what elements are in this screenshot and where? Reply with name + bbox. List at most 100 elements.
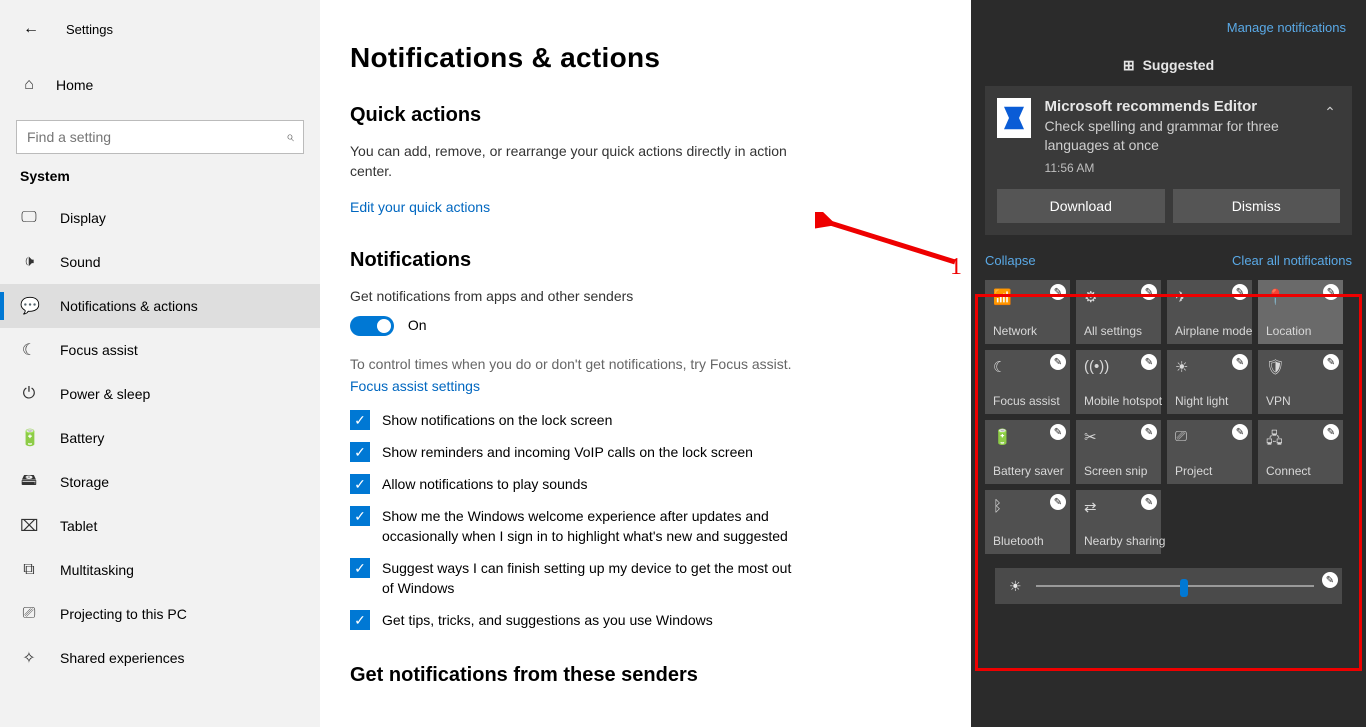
action-center: Manage notifications ⊞Suggested Microsof… — [971, 0, 1366, 727]
sidebar-item-label: Tablet — [60, 518, 97, 534]
tile-nearby-sharing[interactable]: ⇄Nearby sharing✎ — [1076, 490, 1161, 554]
back-button[interactable]: ← — [20, 18, 42, 40]
tile-mobile-hotspot[interactable]: ((•))Mobile hotspot✎ — [1076, 350, 1161, 414]
slider-track — [1036, 585, 1314, 587]
tile-icon: 📍 — [1266, 288, 1285, 306]
arrow-left-icon: ← — [23, 20, 39, 38]
check-tips[interactable]: ✓Get tips, tricks, and suggestions as yo… — [350, 610, 805, 630]
tile-night-light[interactable]: ☀Night light✎ — [1167, 350, 1252, 414]
pin-icon[interactable]: ✎ — [1141, 284, 1157, 300]
sidebar-item-sound[interactable]: 🕩Sound — [0, 240, 320, 284]
pin-icon[interactable]: ✎ — [1232, 424, 1248, 440]
pin-icon[interactable]: ✎ — [1323, 424, 1339, 440]
check-lock-screen[interactable]: ✓Show notifications on the lock screen — [350, 410, 805, 430]
tile-screen-snip[interactable]: ✂Screen snip✎ — [1076, 420, 1161, 484]
sidebar-item-label: Battery — [60, 430, 104, 446]
tile-label: All settings — [1084, 324, 1142, 338]
checkmark-icon: ✓ — [350, 506, 370, 526]
sidebar-item-storage[interactable]: 🖴Storage — [0, 460, 320, 504]
tile-airplane-mode[interactable]: ✈ Airplane mode ✎ — [1167, 280, 1252, 344]
manage-notifications-link[interactable]: Manage notifications — [985, 10, 1352, 57]
pin-icon[interactable]: ✎ — [1050, 354, 1066, 370]
tile-all-settings[interactable]: ⚙All settings✎ — [1076, 280, 1161, 344]
sidebar-item-battery[interactable]: 🔋Battery — [0, 416, 320, 460]
tile-label: Night light — [1175, 394, 1228, 408]
sidebar-item-notifications[interactable]: 💬Notifications & actions — [0, 284, 320, 328]
sidebar-item-label: Projecting to this PC — [60, 606, 187, 622]
brightness-slider[interactable]: ☀ ✎ — [995, 568, 1342, 604]
page-title: Notifications & actions — [350, 42, 921, 74]
tile-icon: 🖧 — [1266, 428, 1283, 453]
checkmark-icon: ✓ — [350, 474, 370, 494]
pin-icon[interactable]: ✎ — [1232, 284, 1248, 300]
tile-icon: ((•)) — [1084, 358, 1109, 375]
notifications-toggle[interactable] — [350, 316, 394, 336]
tile-battery-saver[interactable]: 🔋Battery saver✎ — [985, 420, 1070, 484]
tile-label: Battery saver — [993, 464, 1064, 478]
tile-icon: 🛡 — [1266, 358, 1285, 376]
check-voip-reminders[interactable]: ✓Show reminders and incoming VoIP calls … — [350, 442, 805, 462]
pin-icon[interactable]: ✎ — [1323, 354, 1339, 370]
focus-assist-link[interactable]: Focus assist settings — [350, 378, 850, 394]
shared-icon: ✧ — [20, 648, 38, 668]
check-label: Allow notifications to play sounds — [382, 474, 587, 494]
sidebar-item-label: Focus assist — [60, 342, 138, 358]
pin-icon[interactable]: ✎ — [1050, 284, 1066, 300]
senders-heading: Get notifications from these senders — [350, 664, 921, 687]
pin-icon[interactable]: ✎ — [1050, 494, 1066, 510]
tile-label: Connect — [1266, 464, 1311, 478]
slider-thumb[interactable] — [1180, 579, 1188, 597]
card-collapse-button[interactable]: ⌃ — [1318, 100, 1342, 124]
pin-icon[interactable]: ✎ — [1141, 354, 1157, 370]
sidebar-item-focus-assist[interactable]: ☾Focus assist — [0, 328, 320, 372]
tile-connect[interactable]: 🖧 Connect ✎ — [1258, 420, 1343, 484]
find-setting: ⌕ — [16, 120, 304, 154]
collapse-link[interactable]: Collapse — [985, 253, 1036, 268]
pin-icon[interactable]: ✎ — [1322, 572, 1338, 588]
download-button[interactable]: Download — [997, 189, 1165, 223]
notification-card[interactable]: Microsoft recommends Editor Check spelli… — [985, 86, 1352, 235]
check-setup[interactable]: ✓Suggest ways I can finish setting up my… — [350, 558, 805, 598]
home-label: Home — [56, 77, 93, 93]
sidebar-item-label: Notifications & actions — [60, 298, 198, 314]
search-input[interactable] — [16, 120, 304, 154]
tile-location[interactable]: 📍Location✎ — [1258, 280, 1343, 344]
pin-icon[interactable]: ✎ — [1050, 424, 1066, 440]
sidebar-item-label: Multitasking — [60, 562, 134, 578]
tile-bluetooth[interactable]: ᛒBluetooth✎ — [985, 490, 1070, 554]
check-label: Show reminders and incoming VoIP calls o… — [382, 442, 753, 462]
tile-network[interactable]: 📶Network✎ — [985, 280, 1070, 344]
check-welcome[interactable]: ✓Show me the Windows welcome experience … — [350, 506, 805, 546]
sidebar-item-power[interactable]: ⏻Power & sleep — [0, 372, 320, 416]
chevron-up-icon: ⌃ — [1324, 104, 1336, 121]
pin-icon[interactable]: ✎ — [1141, 424, 1157, 440]
home-button[interactable]: ⌂ Home — [0, 62, 320, 108]
sidebar-item-multitasking[interactable]: ⧉Multitasking — [0, 548, 320, 592]
dismiss-button[interactable]: Dismiss — [1173, 189, 1341, 223]
search-icon: ⌕ — [286, 128, 294, 145]
tile-icon: ✈ — [1175, 288, 1188, 306]
main-content: Notifications & actions Quick actions Yo… — [320, 0, 971, 727]
tile-label: Airplane mode — [1175, 324, 1252, 338]
sidebar-item-tablet[interactable]: ⌧Tablet — [0, 504, 320, 548]
nav-group-label: System — [0, 168, 320, 184]
tile-project[interactable]: ⎚Project✎ — [1167, 420, 1252, 484]
pin-icon[interactable]: ✎ — [1232, 354, 1248, 370]
focus-hint: To control times when you do or don't ge… — [350, 356, 850, 372]
pin-icon[interactable]: ✎ — [1323, 284, 1339, 300]
edit-quick-actions-link[interactable]: Edit your quick actions — [350, 199, 850, 215]
tile-icon: 📶 — [993, 288, 1012, 306]
sidebar-item-label: Power & sleep — [60, 386, 150, 402]
sidebar-item-shared[interactable]: ✧Shared experiences — [0, 636, 320, 680]
quick-actions-heading: Quick actions — [350, 104, 850, 127]
checkmark-icon: ✓ — [350, 558, 370, 578]
window-title: Settings — [66, 22, 113, 37]
sidebar-item-projecting[interactable]: ⎚Projecting to this PC — [0, 592, 320, 636]
sidebar-item-display[interactable]: 🖵Display — [0, 196, 320, 240]
clear-all-link[interactable]: Clear all notifications — [1232, 253, 1352, 268]
check-sounds[interactable]: ✓ Allow notifications to play sounds — [350, 474, 805, 494]
pin-icon[interactable]: ✎ — [1141, 494, 1157, 510]
tile-focus-assist[interactable]: ☾Focus assist✎ — [985, 350, 1070, 414]
sidebar-item-label: Sound — [60, 254, 100, 270]
tile-vpn[interactable]: 🛡VPN✎ — [1258, 350, 1343, 414]
